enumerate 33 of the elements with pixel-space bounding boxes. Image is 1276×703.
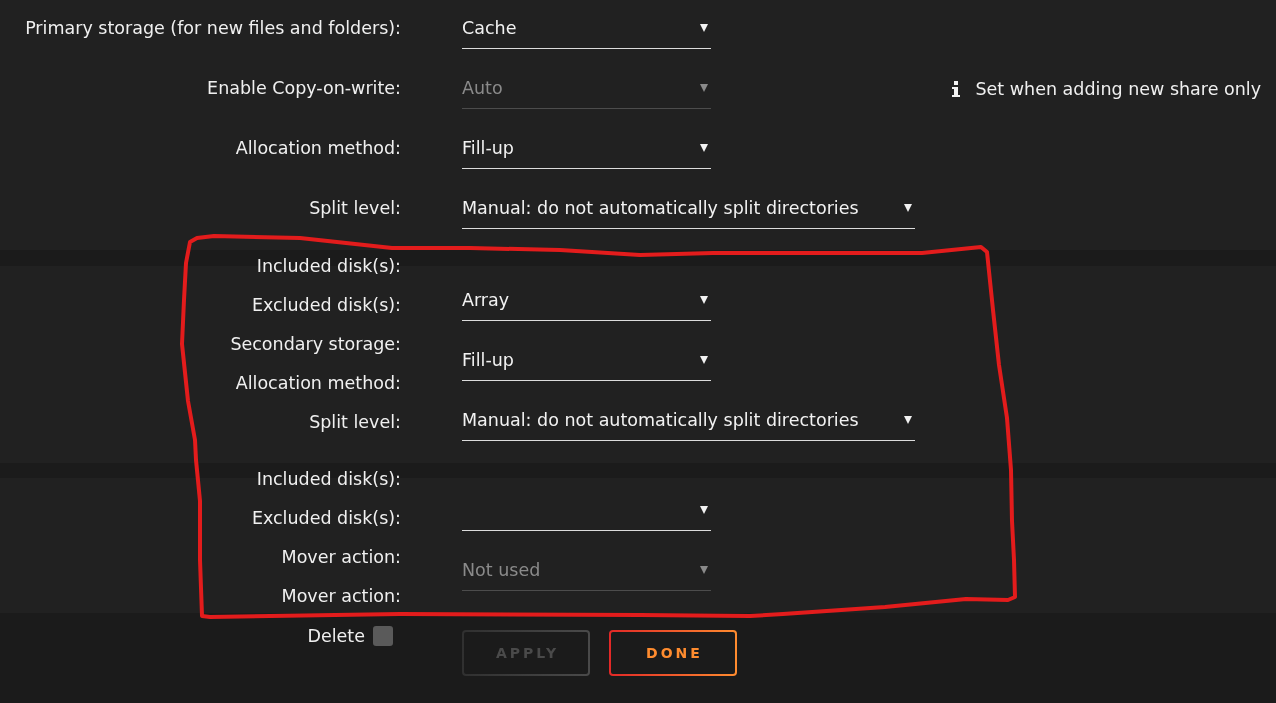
hint-text: Set when adding new share only — [975, 78, 1261, 99]
dropdown[interactable]: Cache — [462, 8, 711, 49]
dropdown[interactable]: Fill-up — [462, 340, 711, 381]
caret-icon — [700, 566, 708, 574]
dropdown[interactable]: Fill-up — [462, 128, 711, 169]
field-label: Excluded disk(s): — [251, 294, 401, 317]
caret-icon — [700, 506, 708, 514]
field-label: Mover action: — [281, 546, 401, 569]
field-label: Included disk(s): — [256, 255, 401, 278]
caret-icon — [700, 296, 708, 304]
dropdown[interactable]: Manual: do not automatically split directories — [462, 400, 915, 441]
field-label: Mover action: — [281, 585, 401, 608]
caret-icon — [700, 24, 708, 32]
caret-icon — [903, 416, 912, 424]
checkbox[interactable] — [373, 625, 393, 646]
action-button[interactable]: DONE — [609, 630, 737, 676]
field-label: Enable Copy-on-write: — [207, 77, 401, 100]
caret-icon — [903, 204, 912, 212]
field-label: Allocation method: — [235, 137, 401, 160]
dropdown[interactable]: Array — [462, 280, 711, 321]
field-label: Split level: — [309, 197, 401, 220]
field-label: Included disk(s): — [256, 468, 401, 491]
field-label: Split level: — [309, 411, 401, 434]
checkbox-label: Delete — [307, 625, 365, 646]
caret-icon — [700, 356, 708, 364]
caret-icon — [700, 144, 708, 152]
field-label: Primary storage (for new files and folders): — [25, 17, 401, 40]
field-label: Secondary storage: — [230, 333, 401, 356]
field-label: Allocation method: — [235, 372, 401, 395]
caret-icon — [700, 84, 708, 92]
field-label: Excluded disk(s): — [251, 507, 401, 530]
dropdown[interactable]: Manual: do not automatically split directories — [462, 188, 915, 229]
info-icon — [951, 80, 962, 97]
